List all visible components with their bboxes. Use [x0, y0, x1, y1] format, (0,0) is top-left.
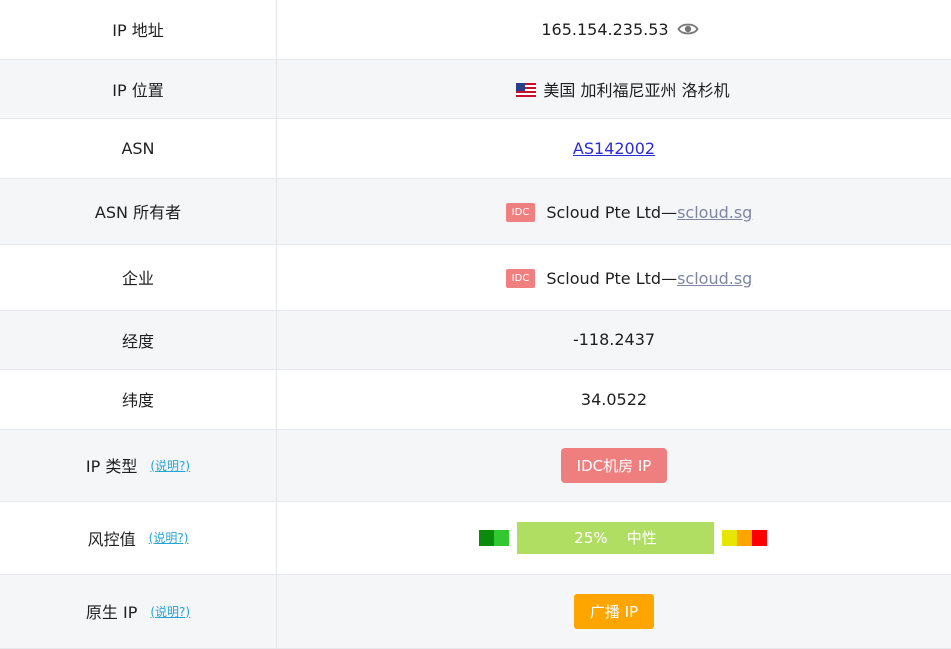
idc-tag: IDC [506, 203, 536, 222]
row-ip-location: IP 位置 美国 加利福尼亚州 洛杉机 [0, 59, 951, 118]
row-latitude: 纬度 34.0522 [0, 369, 951, 429]
enterprise-name: Scloud Pte Ltd— [546, 269, 677, 288]
ip-address-value: 165.154.235.53 [541, 20, 668, 39]
label-latitude: 纬度 [0, 369, 277, 429]
label-longitude: 经度 [0, 310, 277, 369]
risk-seg-high-3 [752, 530, 767, 546]
row-longitude: 经度 -118.2437 [0, 310, 951, 369]
row-enterprise: 企业 IDC Scloud Pte Ltd— scloud.sg [0, 244, 951, 310]
label-ip-type: IP 类型 [86, 453, 137, 477]
asn-owner-link[interactable]: scloud.sg [677, 203, 752, 222]
risk-level: 中性 [627, 529, 657, 547]
ip-location-value: 美国 加利福尼亚州 洛杉机 [543, 77, 729, 101]
asn-owner-name: Scloud Pte Ltd— [546, 203, 677, 222]
label-asn: ASN [0, 118, 277, 178]
label-enterprise: 企业 [0, 244, 277, 310]
risk-seg-high-2 [737, 530, 752, 546]
native-ip-help-link[interactable]: (说明?) [150, 603, 190, 620]
risk-meter: 25% 中性 [479, 522, 767, 554]
risk-seg-high-1 [722, 530, 737, 546]
row-asn-owner: ASN 所有者 IDC Scloud Pte Ltd— scloud.sg [0, 178, 951, 244]
risk-help-link[interactable]: (说明?) [149, 529, 189, 546]
label-native-ip: 原生 IP [86, 599, 137, 623]
row-ip-address: IP 地址 165.154.235.53 [0, 0, 951, 59]
ip-info-table: IP 地址 165.154.235.53 IP 位置 [0, 0, 951, 649]
eye-icon[interactable] [677, 21, 699, 37]
ip-type-badge: IDC机房 IP [561, 448, 668, 483]
idc-tag: IDC [506, 269, 536, 288]
label-risk: 风控值 [88, 526, 136, 550]
label-ip-location: IP 位置 [0, 59, 277, 118]
row-ip-type: IP 类型 (说明?) IDC机房 IP [0, 429, 951, 501]
enterprise-link[interactable]: scloud.sg [677, 269, 752, 288]
row-native-ip: 原生 IP (说明?) 广播 IP [0, 574, 951, 648]
ip-type-help-link[interactable]: (说明?) [150, 457, 190, 474]
native-ip-badge: 广播 IP [574, 594, 654, 629]
risk-seg-low-1 [479, 530, 494, 546]
latitude-value: 34.0522 [277, 369, 951, 429]
longitude-value: -118.2437 [277, 310, 951, 369]
label-asn-owner: ASN 所有者 [0, 178, 277, 244]
us-flag-icon [516, 82, 536, 96]
label-ip-address: IP 地址 [0, 0, 277, 59]
row-risk: 风控值 (说明?) 25% 中性 [0, 501, 951, 574]
row-asn: ASN AS142002 [0, 118, 951, 178]
asn-link[interactable]: AS142002 [573, 139, 655, 158]
risk-bar: 25% 中性 [517, 522, 714, 554]
risk-percent: 25% [574, 529, 607, 547]
risk-seg-low-2 [494, 530, 509, 546]
